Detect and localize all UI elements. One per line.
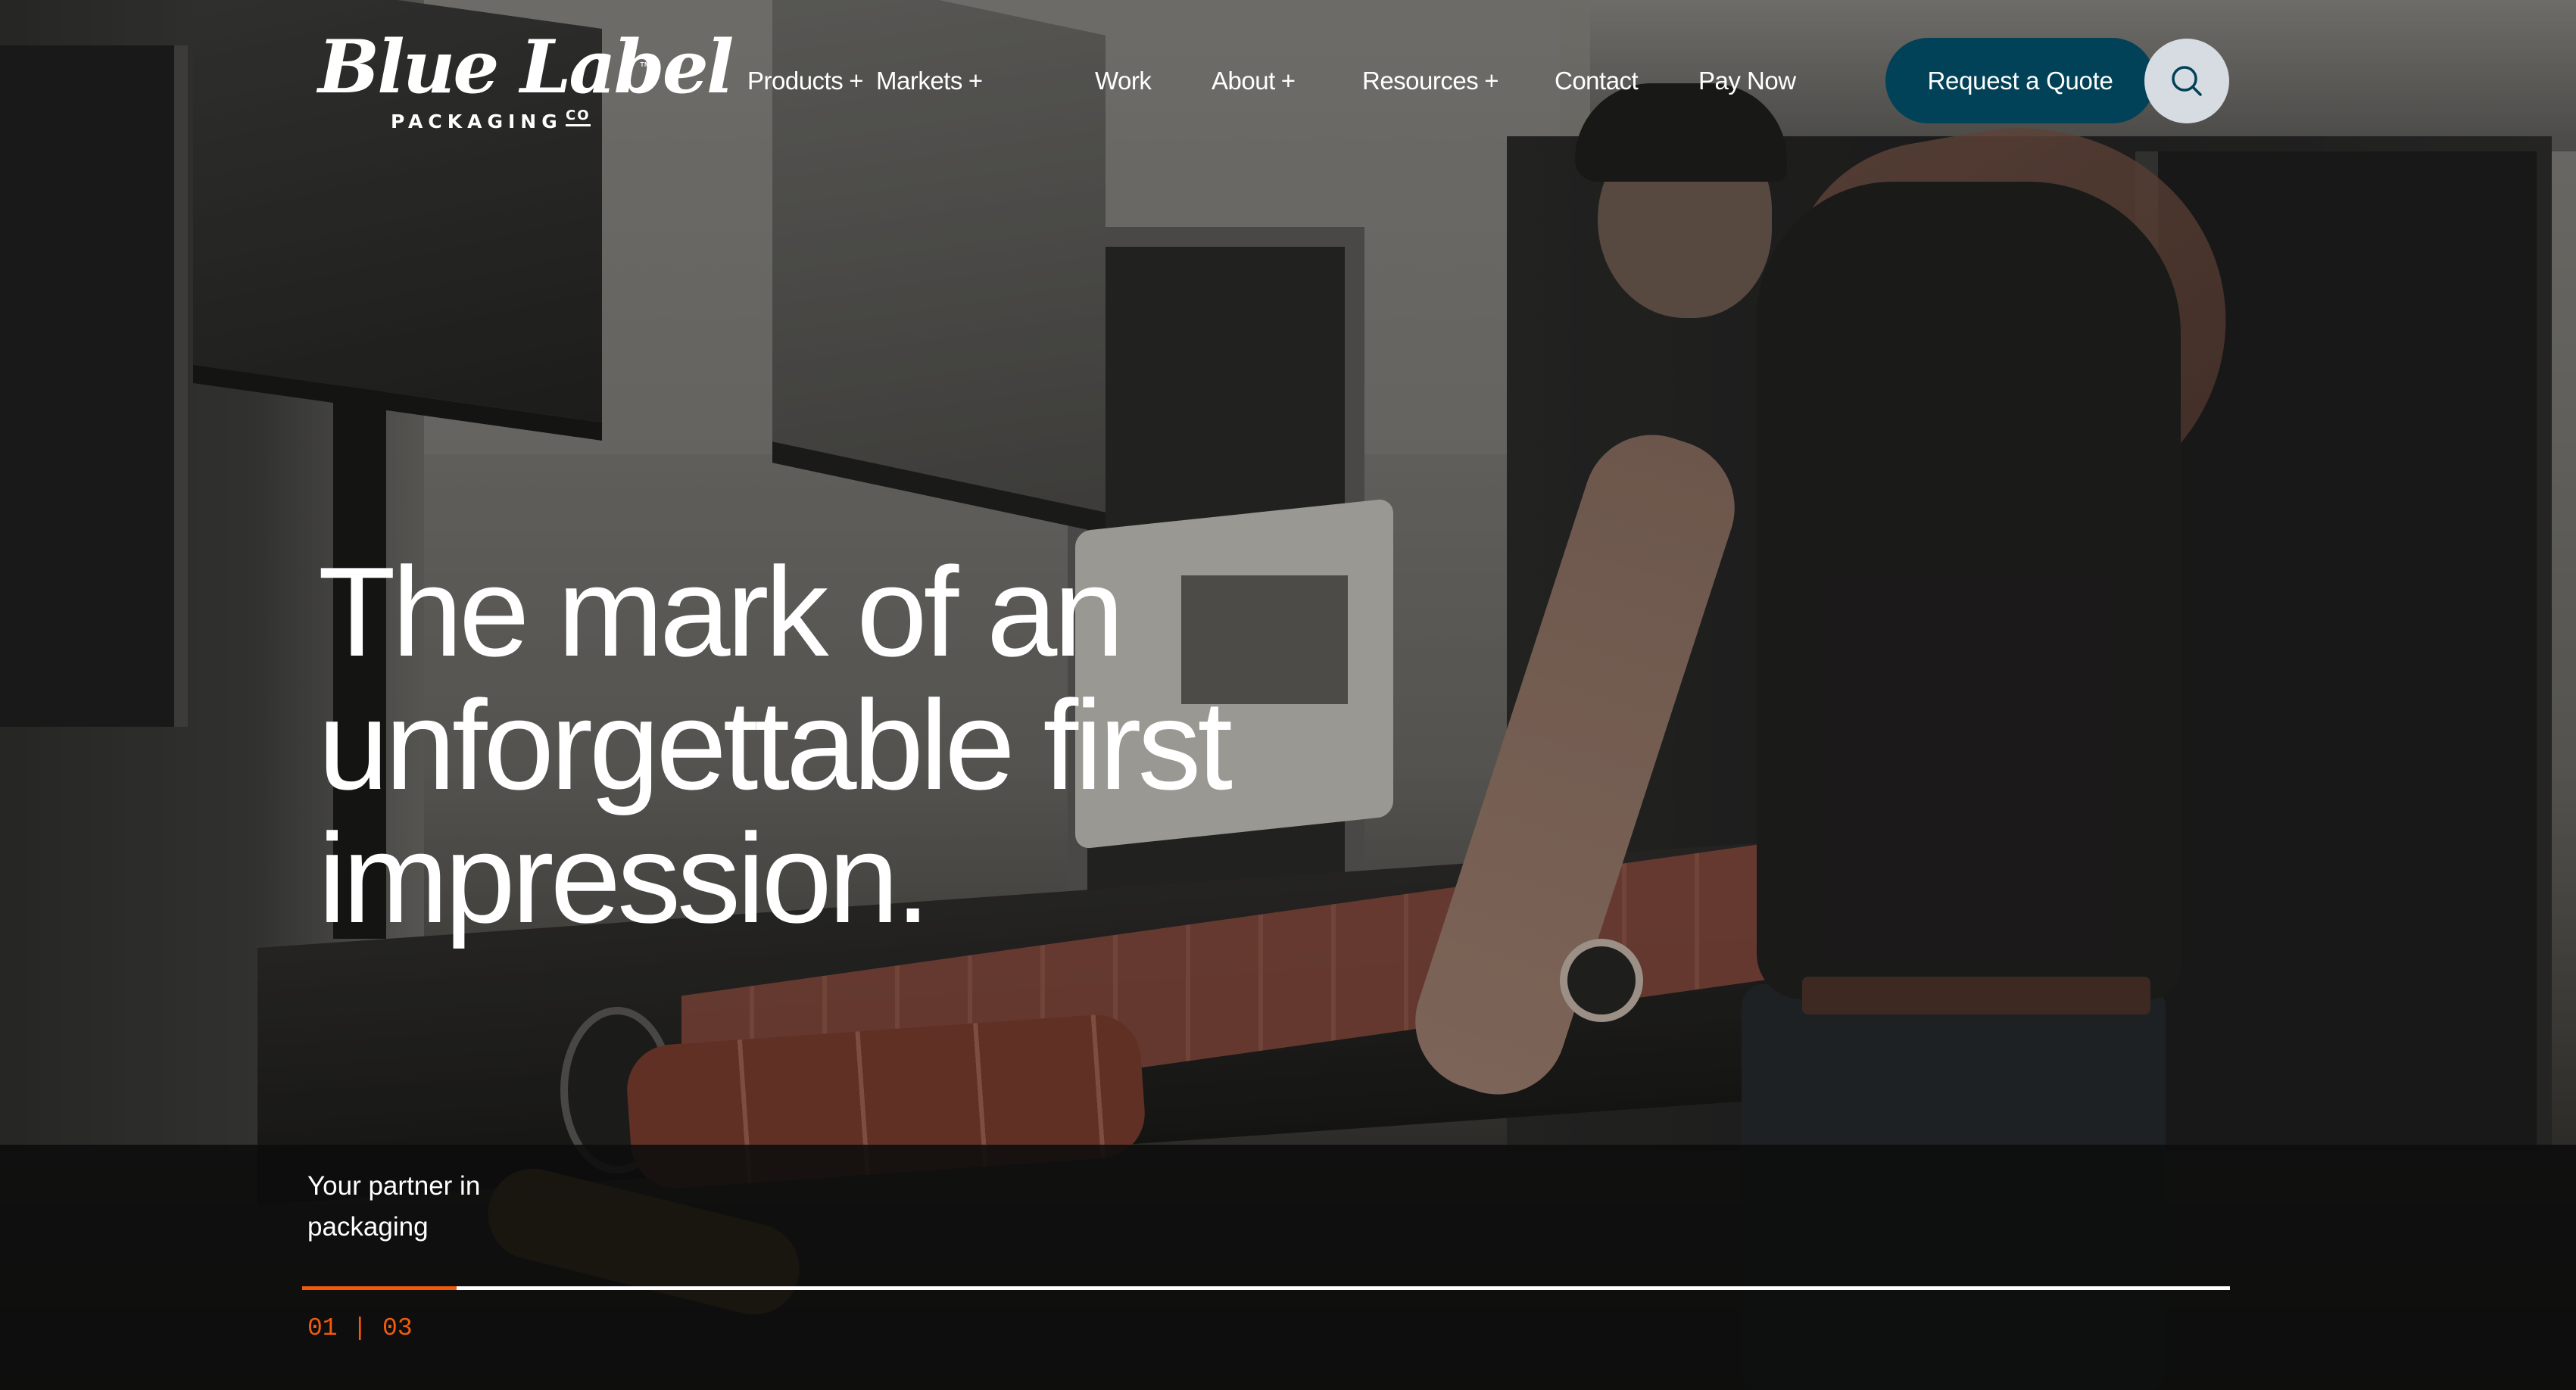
headline-line: impression.	[318, 807, 931, 949]
brand-logo[interactable]: Blue Label ™ PACKAGING CO	[318, 24, 734, 142]
slide-counter: 01 | 03	[307, 1314, 413, 1342]
plus-icon: +	[968, 67, 983, 95]
nav-label: Work	[1095, 67, 1152, 95]
logo-subtitle: PACKAGING	[391, 111, 563, 132]
request-quote-button[interactable]: Request a Quote	[1885, 38, 2155, 123]
slide-current: 01	[307, 1314, 338, 1342]
headline-line: The mark of an	[318, 541, 1124, 683]
nav-label: Contact	[1555, 67, 1639, 95]
site-header: Blue Label ™ PACKAGING CO Products + Mark…	[0, 0, 2576, 159]
logo-trademark: ™	[639, 61, 651, 73]
nav-label: About	[1212, 67, 1275, 95]
nav-label: Markets	[876, 67, 962, 95]
slide-total: 03	[382, 1314, 413, 1342]
slide-separator: |	[352, 1314, 368, 1342]
nav-label: Pay Now	[1698, 67, 1796, 95]
search-icon	[2172, 66, 2202, 96]
search-button[interactable]	[2144, 39, 2229, 123]
logo-co: CO	[566, 108, 591, 126]
logo-wordmark: Blue Label	[318, 24, 734, 110]
plus-icon: +	[1484, 67, 1499, 95]
nav-item-products[interactable]: Products +	[747, 64, 864, 98]
nav-item-resources[interactable]: Resources +	[1362, 64, 1499, 98]
nav-item-work[interactable]: Work	[1095, 64, 1152, 98]
nav-label: Resources	[1362, 67, 1479, 95]
plus-icon: +	[1280, 67, 1296, 95]
slide-progress-fill	[302, 1286, 457, 1290]
plus-icon: +	[849, 67, 864, 95]
nav-item-about[interactable]: About +	[1212, 64, 1296, 98]
nav-item-markets[interactable]: Markets +	[876, 64, 983, 98]
nav-label: Products	[747, 67, 844, 95]
slide-progress-bar[interactable]	[302, 1286, 2230, 1290]
slide-tagline: Your partner in packaging	[307, 1171, 481, 1242]
hero-headline: The mark of an unforgettable first impre…	[318, 545, 1454, 945]
headline-line: unforgettable first	[318, 674, 1233, 816]
nav-item-contact[interactable]: Contact	[1555, 64, 1639, 98]
nav-item-pay-now[interactable]: Pay Now	[1698, 64, 1796, 98]
